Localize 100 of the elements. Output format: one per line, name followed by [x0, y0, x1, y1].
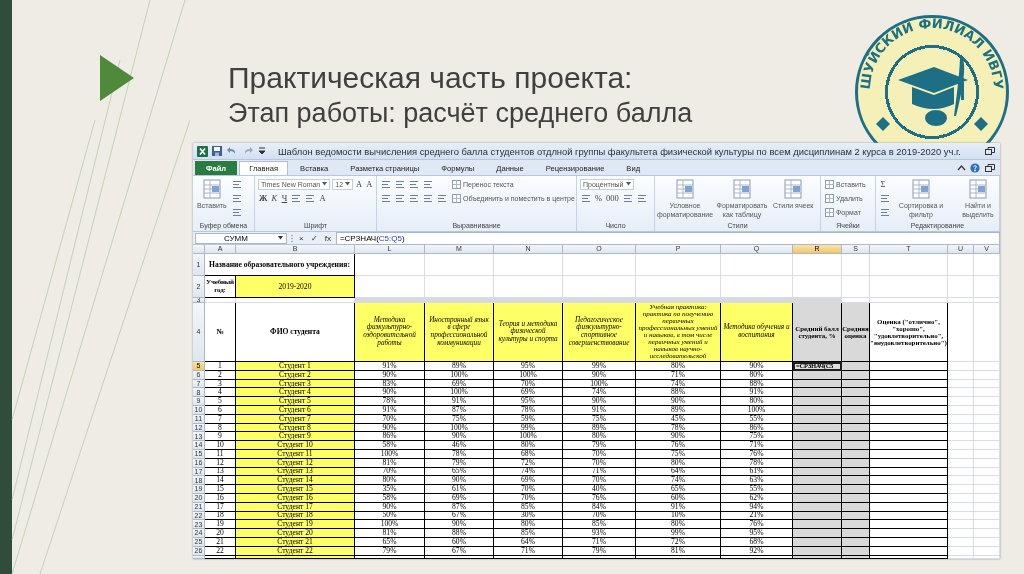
- table-icon: [784, 179, 803, 199]
- shaded-cell: [842, 520, 870, 530]
- format-button[interactable]: %: [594, 193, 604, 203]
- lines-icon: [395, 193, 405, 203]
- toolbar-button[interactable]: [380, 179, 392, 189]
- toolbar-button[interactable]: [230, 193, 243, 203]
- format-button[interactable]: Ж: [258, 193, 269, 203]
- lines-icon: [231, 193, 242, 203]
- format-button[interactable]: A: [318, 193, 327, 203]
- empty-cell: [948, 370, 974, 380]
- toolbar-button[interactable]: [879, 193, 891, 203]
- toolbar-button[interactable]: [621, 193, 634, 203]
- empty-cell: [974, 467, 1000, 477]
- shaded-cell: [842, 397, 870, 406]
- help-icon[interactable]: [970, 163, 980, 173]
- table-icon: [825, 193, 834, 203]
- empty-cell: [974, 276, 1000, 298]
- empty-cell: [974, 362, 1000, 371]
- format-button[interactable]: A: [355, 179, 364, 189]
- empty-cell: [948, 441, 974, 450]
- empty-cell: [974, 485, 1000, 494]
- empty-cell: [974, 423, 1000, 433]
- shaded-cell: [842, 370, 870, 380]
- shaded-cell: [842, 529, 870, 538]
- toolbar-button[interactable]: [422, 179, 434, 189]
- empty-cell: [948, 520, 974, 530]
- toolbar-button[interactable]: [230, 207, 243, 217]
- empty-cell: [948, 458, 974, 468]
- shaded-cell: [793, 388, 842, 398]
- slide-title: Практическая часть проекта:: [228, 60, 634, 96]
- shaded-cell: [842, 406, 870, 415]
- lines-icon: [291, 193, 302, 203]
- shaded-cell: [793, 423, 842, 433]
- toolbar-button[interactable]: [879, 207, 891, 217]
- format-button[interactable]: 000: [605, 193, 620, 203]
- caret-icon: [322, 182, 328, 186]
- shaded-cell: [793, 397, 842, 406]
- lines-icon: [880, 207, 890, 217]
- empty-cell: [948, 423, 974, 433]
- empty-cell: [974, 449, 1000, 459]
- format-button[interactable]: A: [365, 179, 374, 189]
- shaded-cell: [793, 441, 842, 450]
- empty-cell: [948, 493, 974, 503]
- toolbar-button[interactable]: [394, 179, 406, 189]
- empty-cell: [948, 537, 974, 547]
- empty-cell: [974, 441, 1000, 450]
- toolbar-button[interactable]: [380, 193, 392, 203]
- shaded-cell: [793, 546, 842, 556]
- toolbar-button[interactable]: [635, 193, 648, 203]
- restore-icon[interactable]: [984, 163, 996, 173]
- undo-icon[interactable]: [226, 146, 238, 156]
- formula-button[interactable]: fx: [322, 233, 333, 243]
- shaded-cell: [793, 414, 842, 424]
- toolbar-button[interactable]: [436, 193, 448, 203]
- shaded-cell: [842, 441, 870, 450]
- table-icon: [969, 179, 987, 199]
- formula-button[interactable]: ×: [297, 233, 306, 243]
- shaded-cell: [793, 485, 842, 494]
- toolbar-button[interactable]: [230, 179, 243, 189]
- table-icon: [676, 179, 694, 199]
- name-box[interactable]: СУММ: [195, 232, 287, 244]
- cell-reference: СУММ: [224, 233, 248, 243]
- format-button[interactable]: Σ: [879, 179, 887, 189]
- slide-subtitle: Этап работы: расчёт среднего балла: [228, 97, 694, 130]
- toolbar-button[interactable]: [580, 193, 592, 203]
- empty-cell: [948, 502, 974, 512]
- empty-cell: [793, 254, 842, 276]
- customize-caret-icon[interactable]: [258, 146, 266, 156]
- table-icon: [825, 207, 834, 217]
- shaded-cell: [793, 467, 842, 477]
- shaded-cell: [842, 458, 870, 468]
- empty-cell: [948, 397, 974, 406]
- save-icon[interactable]: [212, 146, 222, 156]
- empty-cell: [948, 362, 974, 371]
- lines-icon: [622, 193, 633, 203]
- collapse-caret-icon[interactable]: [957, 164, 966, 172]
- shaded-cell: [793, 476, 842, 486]
- shaded-cell: [842, 511, 870, 521]
- format-button[interactable]: К: [270, 193, 279, 203]
- caret-icon: [345, 182, 351, 186]
- restore-icon[interactable]: [984, 146, 996, 156]
- shaded-cell: [842, 546, 870, 556]
- caret-icon: [278, 236, 283, 240]
- spreadsheet-logo-icon[interactable]: [197, 145, 208, 157]
- toolbar-button[interactable]: [304, 193, 317, 203]
- toolbar-button[interactable]: [422, 193, 434, 203]
- empty-cell: [974, 388, 1000, 398]
- shaded-cell: [842, 423, 870, 433]
- empty-cell: [948, 485, 974, 494]
- toolbar-button[interactable]: [408, 193, 420, 203]
- empty-cell: [974, 476, 1000, 486]
- formula-button[interactable]: ✓: [308, 233, 320, 243]
- toolbar-button[interactable]: [394, 193, 406, 203]
- toolbar-button[interactable]: [408, 179, 420, 189]
- empty-cell: [974, 529, 1000, 538]
- empty-cell: [842, 254, 870, 276]
- lines-icon: [880, 193, 890, 203]
- toolbar-button[interactable]: [290, 193, 303, 203]
- format-button[interactable]: Ч: [280, 193, 289, 203]
- table-icon: [452, 179, 461, 189]
